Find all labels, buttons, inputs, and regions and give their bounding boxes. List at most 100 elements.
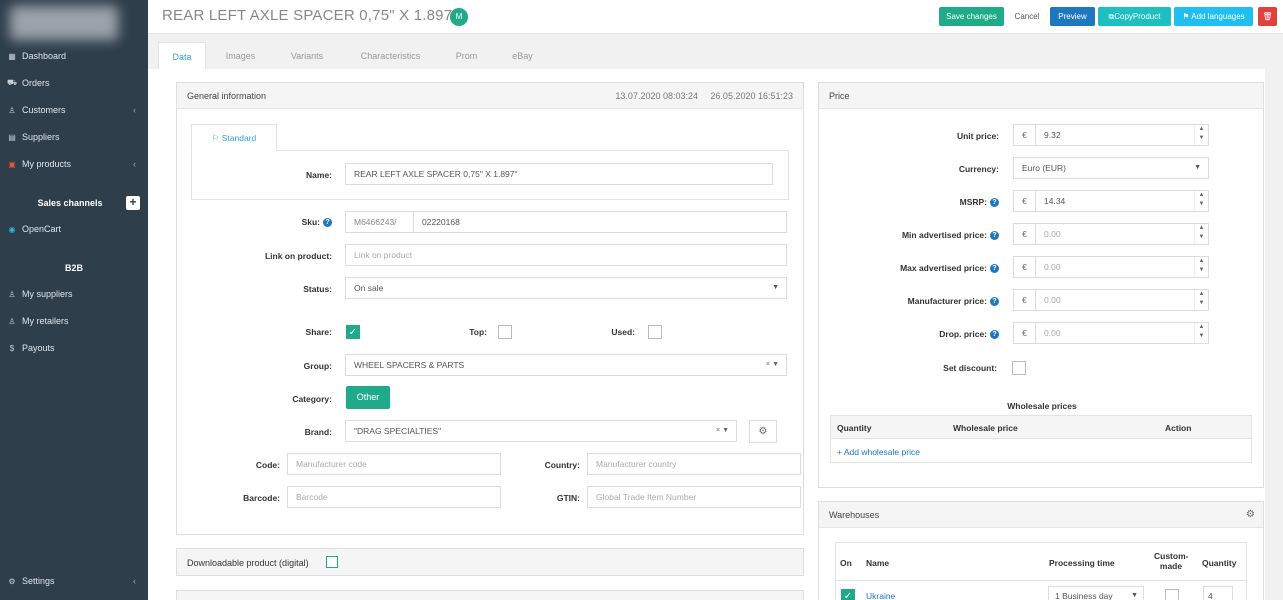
warehouse-quantity-input[interactable]: 4 <box>1203 586 1233 600</box>
copy-product-button[interactable]: ⧉CopyProduct <box>1098 7 1171 26</box>
group-value: WHEEL SPACERS & PARTS <box>354 360 465 370</box>
cancel-button[interactable]: Cancel <box>1008 7 1046 26</box>
status-label: Status: <box>303 284 332 294</box>
next-panel <box>176 590 804 600</box>
top-checkbox[interactable] <box>498 325 512 339</box>
processing-time-select[interactable]: 1 Business day ▼ <box>1048 586 1144 600</box>
code-label: Code: <box>255 460 280 470</box>
b2b-heading: B2B <box>64 263 83 273</box>
status-select[interactable]: On sale ▼ <box>345 277 787 299</box>
max-advertised-price-label: Max advertised price:? <box>859 263 999 274</box>
brand-select[interactable]: "DRAG SPECIALTIES" × ▼ <box>345 420 737 442</box>
sku-input[interactable]: 02220168 <box>413 211 787 233</box>
group-label: Group: <box>303 361 332 371</box>
panel-title: General information <box>187 91 267 101</box>
brand-settings-button[interactable]: ⚙ <box>749 420 777 443</box>
sidebar-item-opencart[interactable]: ◉ OpenCart <box>0 221 148 237</box>
spinner-icon[interactable]: ▲ ▼ <box>1194 257 1208 277</box>
spinner-icon[interactable]: ▲ ▼ <box>1194 290 1208 310</box>
country-label: Country: <box>544 460 580 470</box>
trash-icon: 🗑 <box>1262 12 1273 21</box>
add-languages-label: Add languages <box>1191 12 1245 21</box>
clear-icon[interactable]: × <box>716 427 720 434</box>
euro-icon: € <box>1014 125 1036 145</box>
brand-value: "DRAG SPECIALTIES" <box>354 426 442 436</box>
link-input[interactable]: Link on product <box>345 244 787 266</box>
sidebar-item-my-products[interactable]: ▣ My products ‹ <box>0 156 148 172</box>
drop-price-value: 0.00 <box>1044 328 1061 338</box>
sidebar-item-suppliers[interactable]: ▤ Suppliers <box>0 129 148 145</box>
msrp-input[interactable]: €14.34 ▲ ▼ <box>1013 190 1209 212</box>
add-wholesale-price-link[interactable]: + Add wholesale price <box>837 447 920 457</box>
country-input[interactable]: Manufacturer country <box>587 453 801 475</box>
sidebar-item-label: My retailers <box>22 316 69 326</box>
sidebar-item-label: Payouts <box>22 343 55 353</box>
user-icon: ♙ <box>8 316 16 326</box>
barcode-input[interactable]: Barcode <box>287 486 501 508</box>
spinner-icon[interactable]: ▲ ▼ <box>1194 224 1208 244</box>
spinner-icon[interactable]: ▲ ▼ <box>1194 323 1208 343</box>
warehouses-table: On Name Processing time Custom-made Quan… <box>835 542 1247 600</box>
euro-icon: € <box>1014 191 1036 211</box>
help-icon[interactable]: ? <box>990 231 999 241</box>
manufacturer-price-input[interactable]: €0.00 ▲ ▼ <box>1013 289 1209 311</box>
gear-icon: ⚙ <box>8 576 16 586</box>
code-input[interactable]: Manufacturer code <box>287 453 501 475</box>
share-checkbox[interactable]: ✓ <box>346 325 360 339</box>
sidebar-item-customers[interactable]: ♙ Customers ‹ <box>0 102 148 118</box>
min-advertised-value: 0.00 <box>1044 229 1061 239</box>
save-button[interactable]: Save changes <box>939 7 1004 26</box>
sidebar-item-settings[interactable]: ⚙ Settings ‹ <box>0 573 148 589</box>
used-checkbox[interactable] <box>648 325 662 339</box>
max-advertised-price-input[interactable]: €0.00 ▲ ▼ <box>1013 256 1209 278</box>
spinner-icon[interactable]: ▲ ▼ <box>1194 191 1208 211</box>
tab-characteristics[interactable]: Characteristics <box>348 42 433 70</box>
downloadable-panel: Downloadable product (digital) <box>176 548 804 576</box>
currency-select[interactable]: Euro (EUR) ▼ <box>1013 157 1209 179</box>
euro-icon: € <box>1014 290 1036 310</box>
sidebar-item-my-retailers[interactable]: ♙ My retailers <box>0 313 148 329</box>
spinner-icon[interactable]: ▲ ▼ <box>1194 125 1208 145</box>
language-tab-standard[interactable]: ⚐ Standard <box>191 124 277 151</box>
panel-title: Warehouses <box>829 510 880 520</box>
sidebar-item-orders[interactable]: ⛟ Orders <box>0 75 148 91</box>
add-channel-button[interactable]: + <box>126 196 140 210</box>
tab-images[interactable]: Images <box>213 42 268 70</box>
group-select[interactable]: WHEEL SPACERS & PARTS × ▼ <box>345 354 787 376</box>
category-button[interactable]: Other <box>346 386 390 409</box>
chevron-left-icon: ‹ <box>133 159 136 169</box>
clear-and-chevron[interactable]: × ▼ <box>716 421 729 441</box>
add-languages-button[interactable]: ⚑ Add languages <box>1174 7 1253 26</box>
panel-title: Price <box>829 91 850 101</box>
help-icon[interactable]: ? <box>990 297 999 307</box>
delete-button[interactable]: 🗑 <box>1258 7 1277 26</box>
warehouse-name-link[interactable]: Ukraine <box>866 591 895 600</box>
downloadable-checkbox[interactable] <box>326 556 338 568</box>
sidebar-item-payouts[interactable]: $ Payouts <box>0 340 148 356</box>
tab-ebay[interactable]: eBay <box>500 42 545 70</box>
tab-variants[interactable]: Variants <box>278 42 336 70</box>
preview-button[interactable]: Preview <box>1050 7 1095 26</box>
tab-data[interactable]: Data <box>158 42 206 70</box>
clear-icon[interactable]: × <box>766 361 770 368</box>
gtin-input[interactable]: Global Trade Item Number <box>587 486 801 508</box>
unit-price-input[interactable]: €9.32 ▲ ▼ <box>1013 124 1209 146</box>
tab-prom[interactable]: Prom <box>444 42 489 70</box>
manufacturer-price-label-text: Manufacturer price: <box>907 296 987 306</box>
gears-icon[interactable]: ⚙ <box>1246 502 1255 528</box>
help-icon[interactable]: ? <box>990 198 999 208</box>
help-icon[interactable]: ? <box>990 264 999 274</box>
sidebar-item-my-suppliers[interactable]: ♙ My suppliers <box>0 286 148 302</box>
clear-and-chevron[interactable]: × ▼ <box>766 355 779 375</box>
set-discount-checkbox[interactable] <box>1012 361 1026 375</box>
help-icon[interactable]: ? <box>990 330 999 340</box>
custom-made-checkbox[interactable] <box>1165 589 1179 600</box>
help-icon[interactable]: ? <box>323 218 332 228</box>
scrollbar[interactable] <box>1265 34 1283 600</box>
sidebar-item-dashboard[interactable]: ▦ Dashboard <box>0 48 148 64</box>
warehouse-on-checkbox[interactable]: ✓ <box>841 589 855 600</box>
min-advertised-price-input[interactable]: €0.00 ▲ ▼ <box>1013 223 1209 245</box>
name-input[interactable]: REAR LEFT AXLE SPACER 0,75" X 1.897" <box>345 163 773 185</box>
drop-price-input[interactable]: €0.00 ▲ ▼ <box>1013 322 1209 344</box>
euro-icon: € <box>1014 257 1036 277</box>
